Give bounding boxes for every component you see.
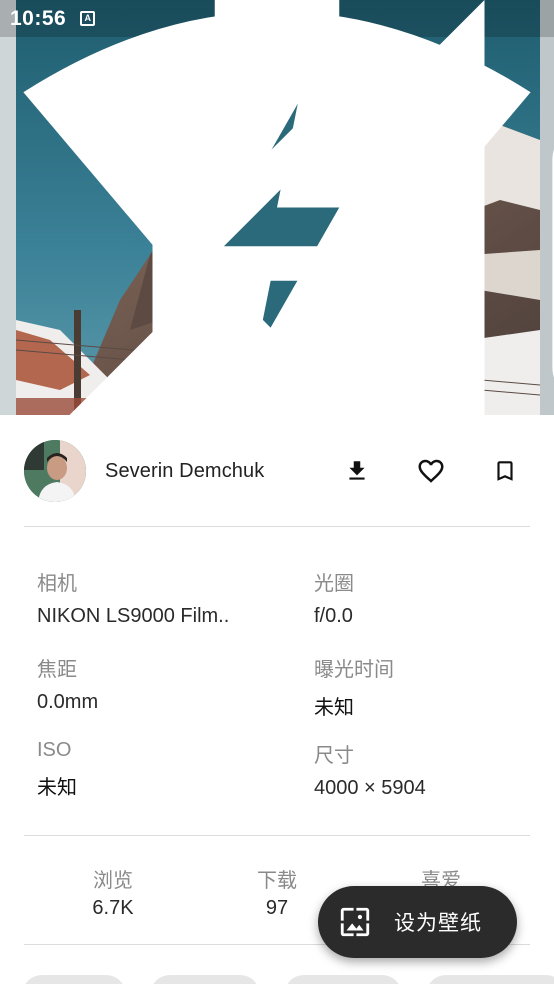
more-options-button[interactable] [496,56,544,104]
divider [24,526,530,527]
photo-preview[interactable]: 10:56 A [0,0,554,415]
exif-camera: 相机 NIKON LS9000 Film.. [37,567,287,628]
like-button[interactable] [409,449,453,493]
exif-camera-label: 相机 [37,573,77,595]
exif-aperture-value: f/0.0 [314,605,353,627]
open-in-browser-button[interactable] [431,56,554,378]
stat-views: 浏览 6.7K [53,864,173,920]
stat-views-label: 浏览 [93,870,133,892]
exif-iso-label: ISO [37,739,72,761]
set-wallpaper-label: 设为壁纸 [394,912,482,935]
exif-focal-value: 0.0mm [37,691,99,713]
set-wallpaper-button[interactable]: 设为壁纸 [318,886,517,958]
wallpaper-icon [340,907,370,937]
exif-size-label: 尺寸 [314,745,354,767]
tag-chip[interactable] [426,975,554,984]
author-name[interactable]: Severin Demchuk [105,460,264,483]
heart-outline-icon [418,459,444,483]
stat-views-value: 6.7K [92,897,134,919]
stat-downloads-label: 下载 [257,870,297,892]
avatar-image [24,440,86,502]
exif-aperture: 光圈 f/0.0 [314,567,554,628]
exif-aperture-label: 光圈 [314,573,354,595]
divider [24,835,530,836]
exif-camera-value: NIKON LS9000 Film.. [37,605,230,627]
download-button[interactable] [335,449,379,493]
exif-size-value: 4000 × 5904 [314,777,426,799]
exif-exposure-label: 曝光时间 [314,659,394,681]
tag-chip[interactable] [150,975,260,984]
tag-chip[interactable] [22,975,126,984]
more-vert-icon [496,56,554,415]
exif-focal: 焦距 0.0mm [37,653,287,714]
exif-exposure: 曝光时间 未知 [314,653,554,720]
exif-exposure-value: 未知 [314,697,354,719]
author-row: Severin Demchuk [24,440,530,502]
avatar[interactable] [24,440,86,502]
exif-size: 尺寸 4000 × 5904 [314,739,554,800]
exif-focal-label: 焦距 [37,659,77,681]
exif-iso-value: 未知 [37,777,77,799]
bookmark-button[interactable] [483,449,527,493]
tag-chip[interactable] [284,975,402,984]
download-icon [349,461,365,480]
back-button[interactable] [19,56,435,402]
status-bar: 10:56 A [0,0,554,415]
exif-iso: ISO 未知 [37,739,287,800]
bookmark-outline-icon [497,461,513,481]
